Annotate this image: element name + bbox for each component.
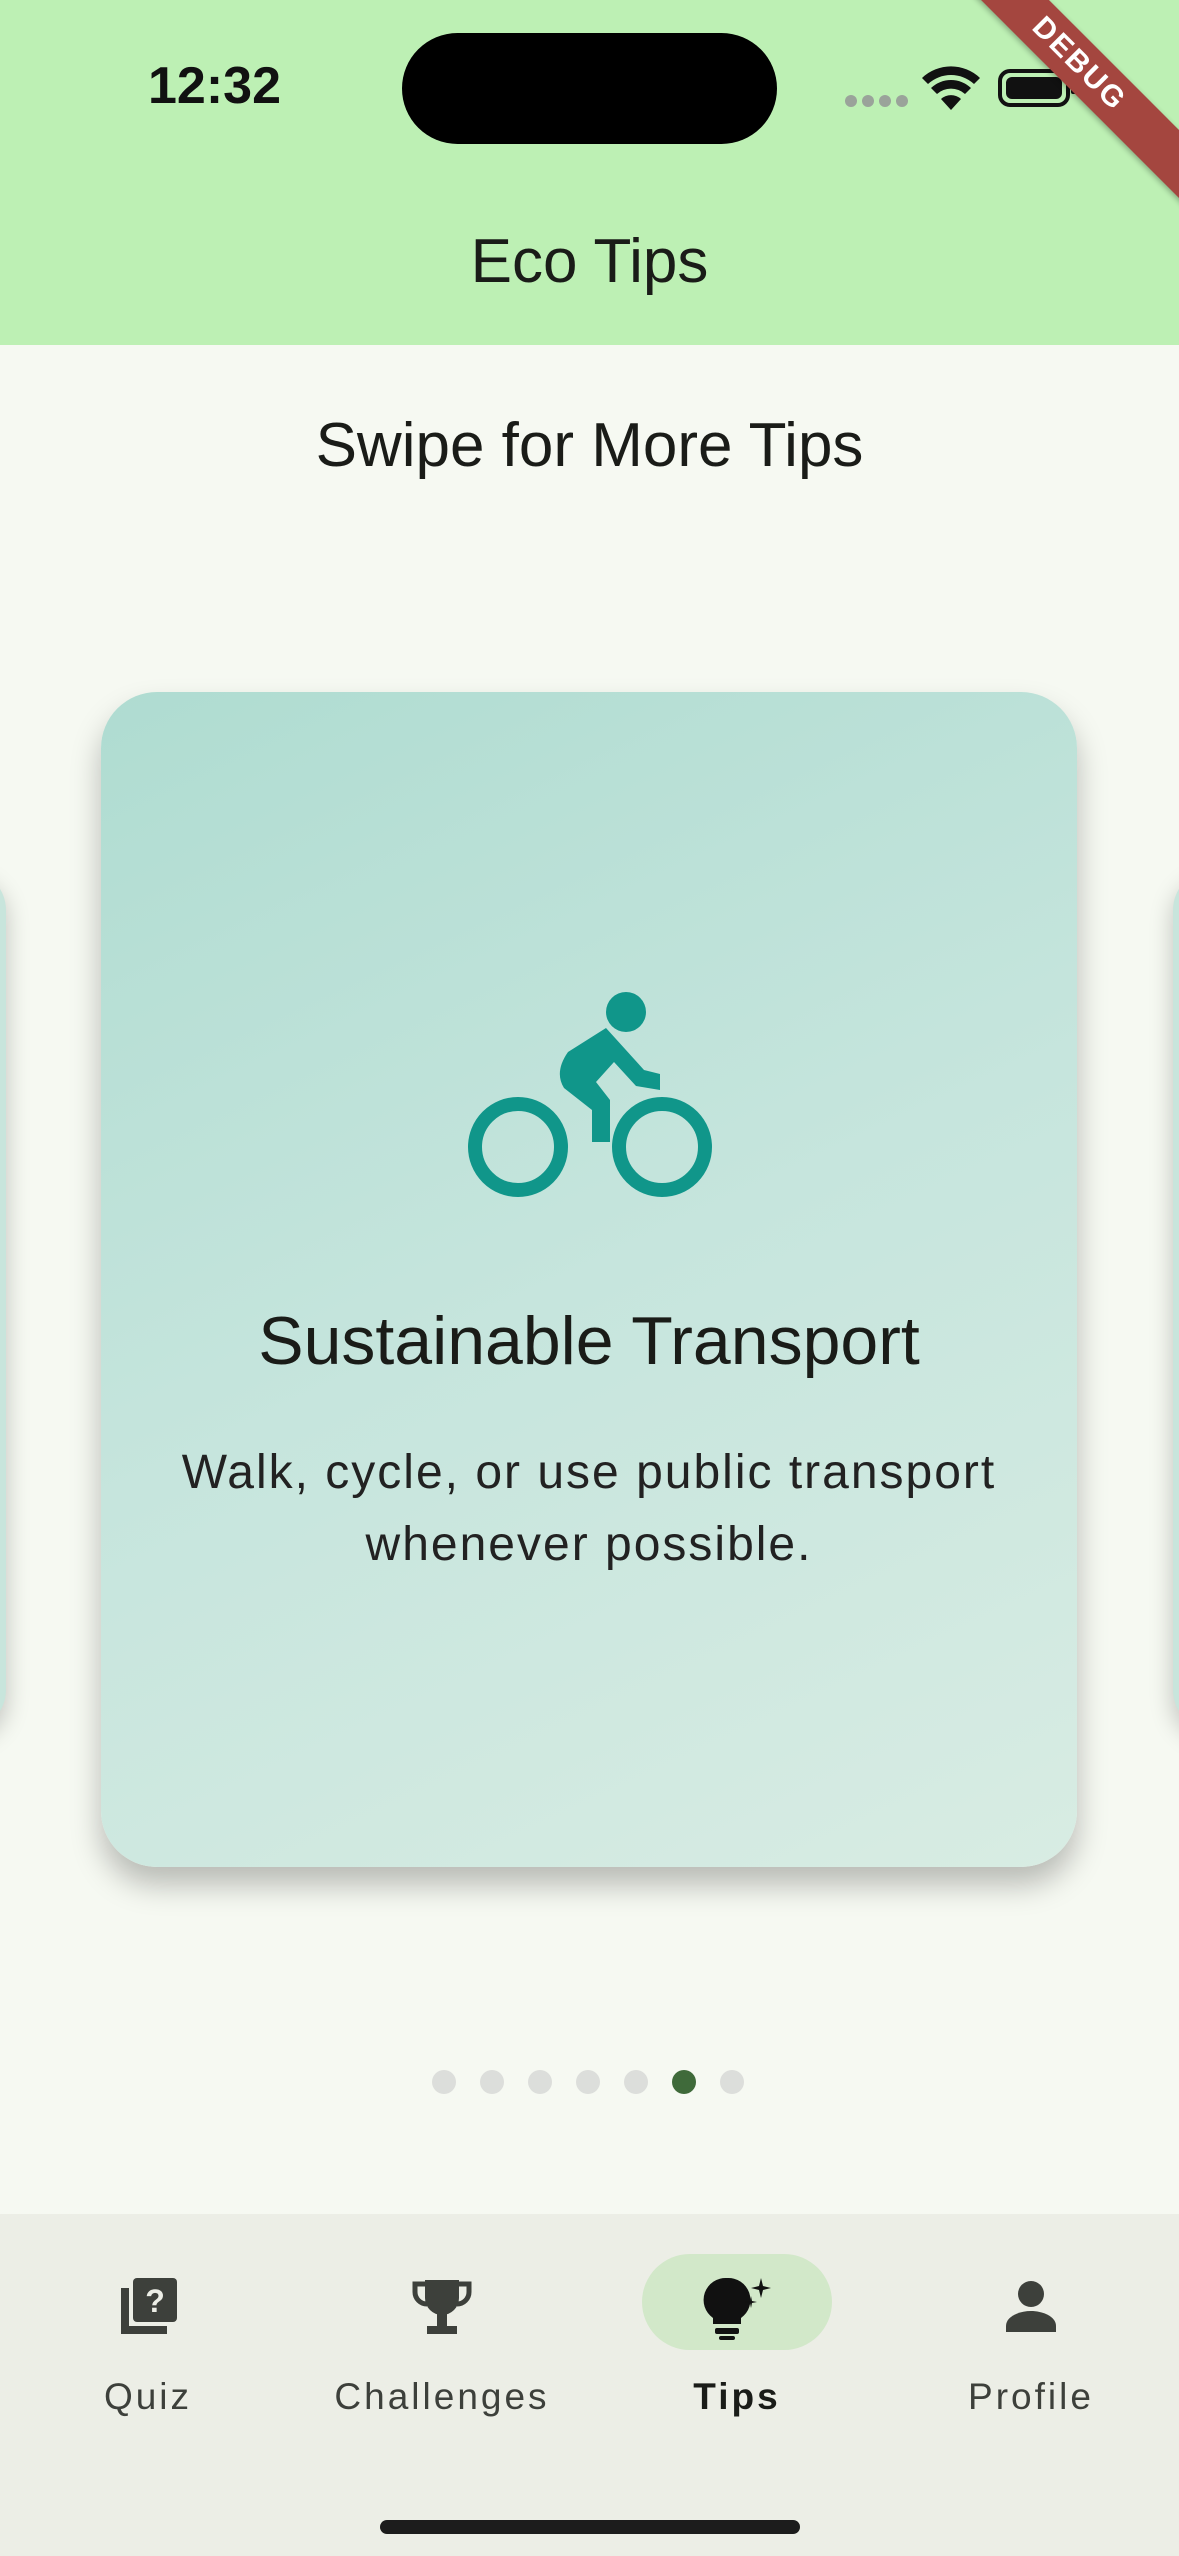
page-dot[interactable] [720, 2070, 744, 2094]
page-dot[interactable] [432, 2070, 456, 2094]
tip-card[interactable]: Sustainable Transport Walk, cycle, or us… [101, 692, 1077, 1867]
page-dot[interactable] [528, 2070, 552, 2094]
page-dot[interactable] [480, 2070, 504, 2094]
nav-item-profile[interactable]: Profile [906, 2254, 1156, 2424]
status-time: 12:32 [148, 57, 281, 115]
person-icon [1006, 2281, 1056, 2332]
bottom-navigation: ? Quiz Challenges Tips Profile [0, 2214, 1179, 2556]
quiz-icon: ? [121, 2278, 177, 2334]
app-bar-title: Eco Tips [470, 227, 709, 296]
home-indicator[interactable] [380, 2520, 800, 2534]
trophy-icon [412, 2280, 472, 2334]
page-dot-active[interactable] [672, 2070, 696, 2094]
nav-label-challenges: Challenges [334, 2376, 550, 2417]
page-heading: Swipe for More Tips [315, 411, 864, 480]
nav-item-tips[interactable]: Tips [612, 2254, 862, 2424]
nav-item-challenges[interactable]: Challenges [317, 2254, 567, 2424]
svg-text:?: ? [145, 2283, 165, 2319]
nav-label-tips: Tips [693, 2376, 781, 2417]
nav-item-quiz[interactable]: ? Quiz [23, 2254, 273, 2424]
lightbulb-icon [703, 2277, 771, 2340]
dynamic-island [402, 33, 777, 144]
previous-card-peek[interactable] [0, 870, 6, 1730]
wifi-icon [922, 66, 980, 110]
page-dot[interactable] [576, 2070, 600, 2094]
nav-label-quiz: Quiz [103, 2376, 193, 2417]
screen: 12:32 DEBUG Eco Tips Swipe for More Tips… [0, 0, 1179, 2556]
nav-label-profile: Profile [968, 2376, 1094, 2417]
app-bar: 12:32 DEBUG Eco Tips [0, 0, 1179, 345]
next-card-peek[interactable] [1173, 870, 1179, 1730]
tip-title: Sustainable Transport [258, 1303, 920, 1379]
bike-icon [468, 992, 712, 1197]
tip-description: Walk, cycle, or use public transport whe… [181, 1446, 997, 1571]
cellular-signal-icon [845, 95, 908, 109]
page-indicator [432, 2070, 752, 2094]
page-dot[interactable] [624, 2070, 648, 2094]
